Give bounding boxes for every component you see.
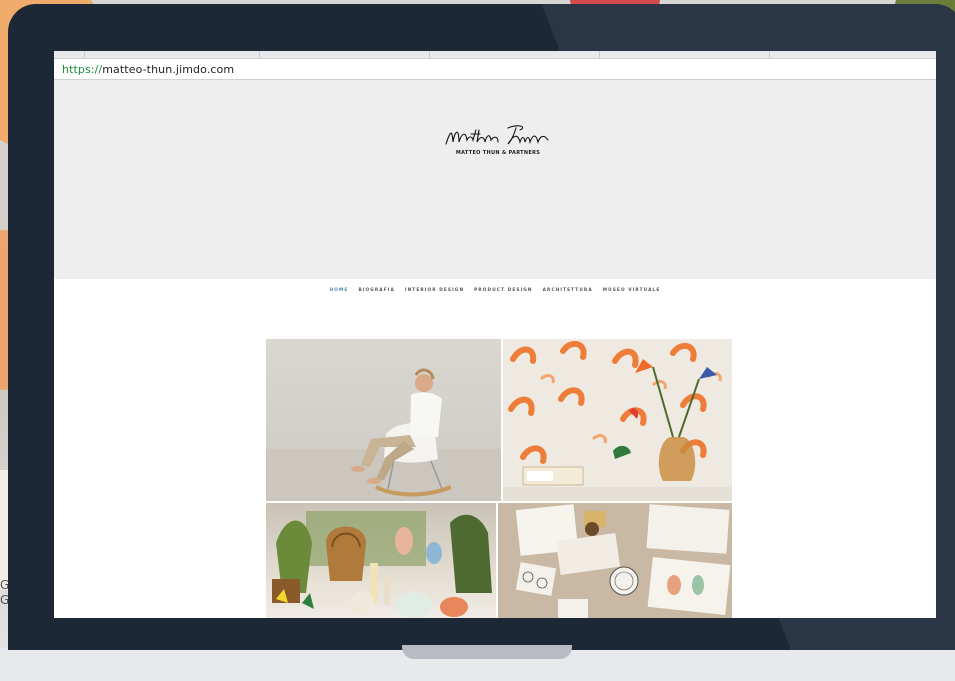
site-logo[interactable]: MATTEO THUN & PARTNERS — [438, 120, 558, 168]
gallery-image-stationery[interactable] — [498, 503, 732, 618]
nav-item-biografia[interactable]: BIOGRAFIA — [358, 288, 394, 300]
site-header: MATTEO THUN & PARTNERS — [54, 80, 936, 279]
address-bar[interactable]: https://matteo-thun.jimdo.com — [54, 59, 936, 80]
gallery-image-interior[interactable] — [266, 503, 496, 618]
nav-item-museo-virtuale[interactable]: MUSEO VIRTUALE — [603, 288, 661, 300]
url-text[interactable]: https://matteo-thun.jimdo.com — [54, 63, 234, 76]
rattan-chair-image — [272, 511, 492, 618]
nav-item-product-design[interactable]: PRODUCT DESIGN — [474, 288, 532, 300]
tab-divider — [429, 51, 430, 58]
gallery-image-floral[interactable] — [503, 339, 732, 501]
site-navigation: HOME BIOGRAFIA INTERIOR DESIGN PRODUCT D… — [54, 288, 936, 300]
logo-subtitle: MATTEO THUN & PARTNERS — [455, 150, 541, 156]
orange-pattern-image — [503, 340, 732, 501]
nav-item-home[interactable]: HOME — [330, 288, 349, 300]
nav-item-interior-design[interactable]: INTERIOR DESIGN — [405, 288, 464, 300]
nav-item-architettura[interactable]: ARCHITETTURA — [543, 288, 593, 300]
gallery-image-portrait[interactable] — [266, 339, 501, 501]
tab-divider — [84, 51, 85, 58]
image-gallery — [266, 339, 732, 618]
tab-divider — [769, 51, 770, 58]
stationery-image — [515, 504, 731, 618]
laptop-frame: https://matteo-thun.jimdo.com MATTEO THU… — [8, 4, 955, 650]
signature-logo-icon — [445, 125, 549, 145]
browser-screen: https://matteo-thun.jimdo.com MATTEO THU… — [54, 51, 936, 618]
browser-tab-strip — [54, 51, 936, 59]
tab-divider — [599, 51, 600, 58]
laptop-hinge — [402, 645, 572, 659]
tab-divider — [259, 51, 260, 58]
man-in-chair-image — [266, 368, 501, 501]
